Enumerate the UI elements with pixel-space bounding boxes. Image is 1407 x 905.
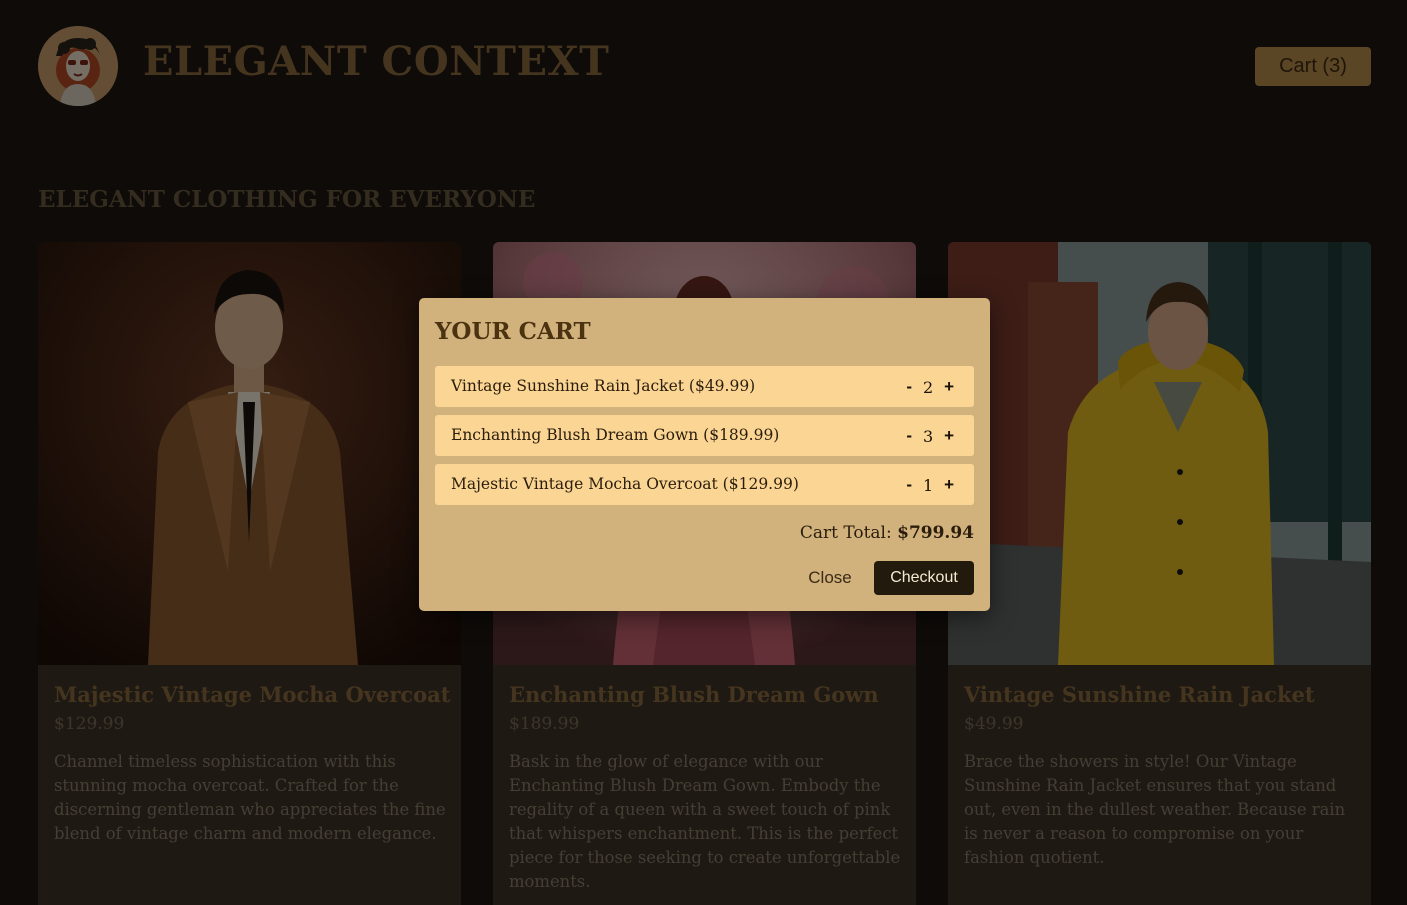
- decrement-button[interactable]: -: [902, 426, 916, 446]
- cart-total: Cart Total: $799.94: [800, 523, 974, 543]
- checkout-button[interactable]: Checkout: [874, 561, 974, 595]
- cart-modal: YOUR CART Vintage Sunshine Rain Jacket (…: [419, 298, 990, 611]
- quantity-value: 1: [922, 475, 934, 495]
- quantity-stepper: - 1 +: [902, 474, 958, 496]
- cart-item: Majestic Vintage Mocha Overcoat ($129.99…: [435, 464, 974, 505]
- quantity-stepper: - 2 +: [902, 376, 958, 398]
- decrement-button[interactable]: -: [902, 377, 916, 397]
- cart-total-label: Cart Total:: [799, 523, 892, 543]
- cart-modal-title: YOUR CART: [435, 318, 591, 345]
- quantity-value: 2: [922, 377, 934, 397]
- increment-button[interactable]: +: [940, 377, 958, 397]
- cart-total-value: $799.94: [897, 523, 974, 543]
- cart-item-label: Enchanting Blush Dream Gown ($189.99): [451, 426, 780, 444]
- cart-item-label: Vintage Sunshine Rain Jacket ($49.99): [451, 377, 756, 395]
- close-button[interactable]: Close: [802, 561, 858, 595]
- page: ELEGANT CONTEXT Cart (3) ELEGANT CLOTHIN…: [0, 0, 1407, 905]
- cart-item: Enchanting Blush Dream Gown ($189.99) - …: [435, 415, 974, 456]
- cart-item-label: Majestic Vintage Mocha Overcoat ($129.99…: [451, 475, 799, 493]
- decrement-button[interactable]: -: [902, 475, 916, 495]
- increment-button[interactable]: +: [940, 426, 958, 446]
- increment-button[interactable]: +: [940, 475, 958, 495]
- quantity-value: 3: [922, 426, 934, 446]
- quantity-stepper: - 3 +: [902, 425, 958, 447]
- cart-item: Vintage Sunshine Rain Jacket ($49.99) - …: [435, 366, 974, 407]
